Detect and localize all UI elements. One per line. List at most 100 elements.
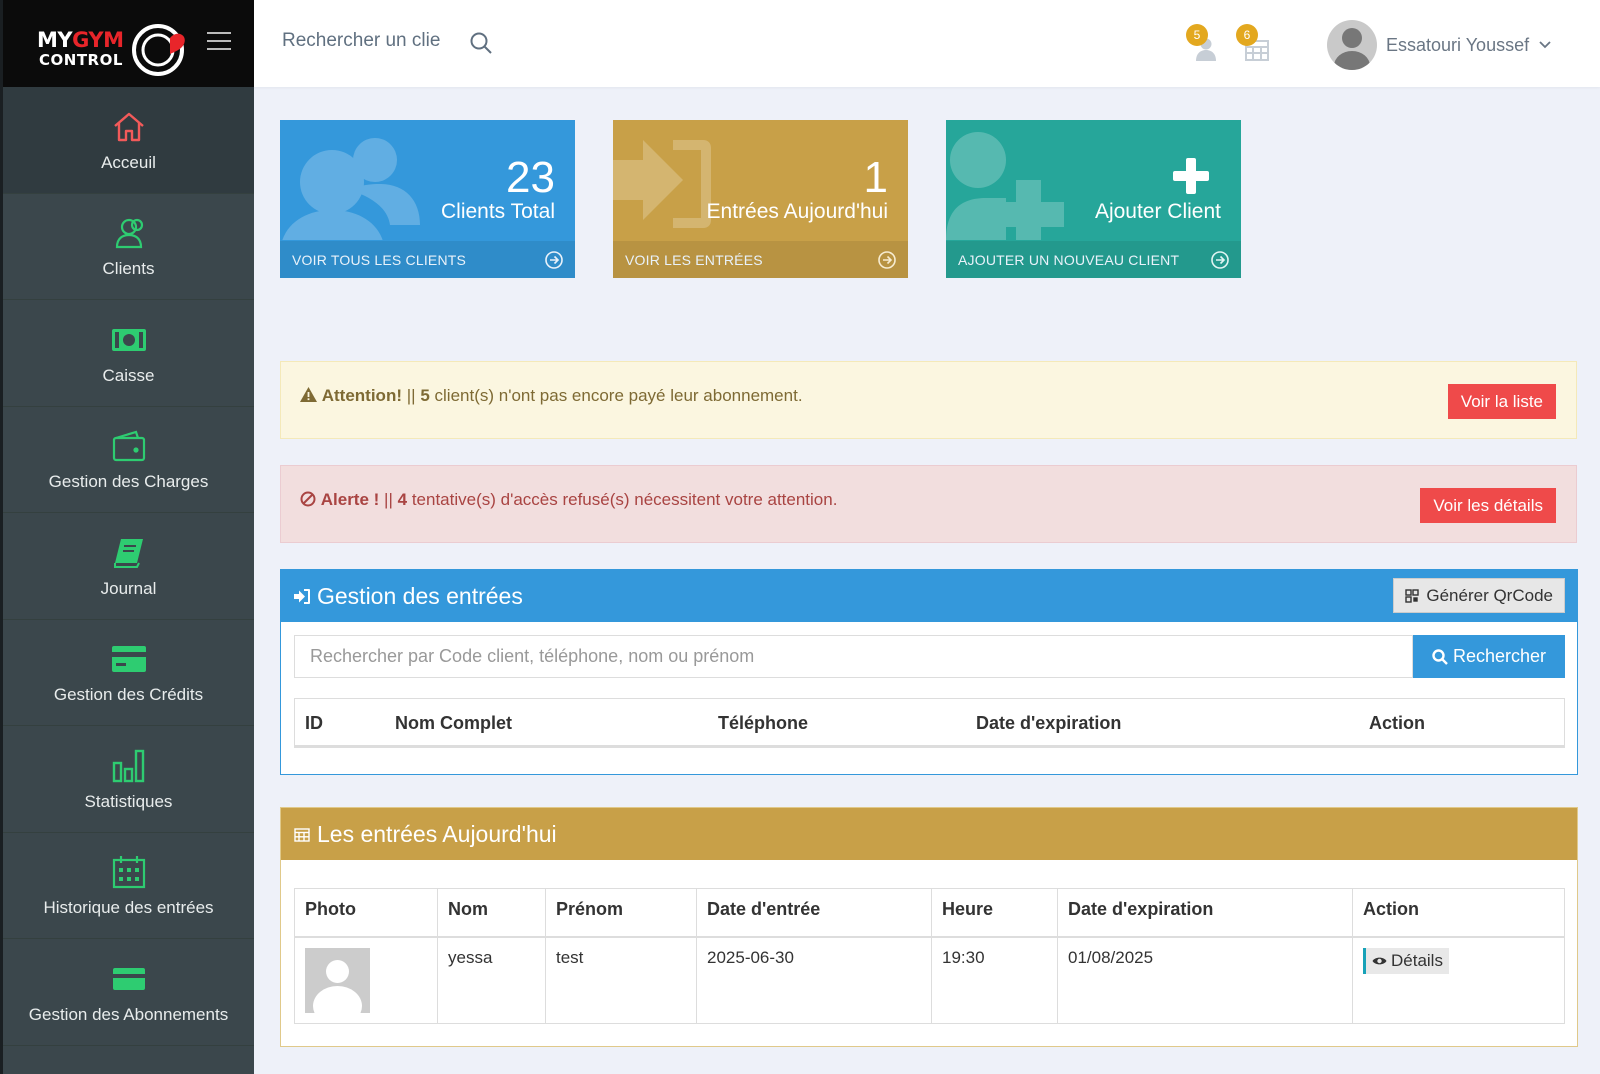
ban-icon	[300, 491, 316, 507]
alert-message: Alerte ! || 4 tentative(s) d'accès refus…	[300, 490, 837, 510]
column-header: Photo	[294, 888, 438, 938]
client-photo	[305, 947, 370, 1013]
alert-message: Attention! || 5 client(s) n'ont pas enco…	[300, 386, 803, 406]
tile-number: 1	[863, 153, 888, 202]
panel-header: Gestion des entrées Générer QrCode	[281, 570, 1577, 622]
sidebar-item-acceuil[interactable]: Acceuil	[3, 87, 254, 194]
column-header: Action	[1352, 888, 1565, 938]
book-icon	[113, 533, 145, 573]
rechercher-button[interactable]: Rechercher	[1413, 635, 1565, 678]
alert-text: client(s) n'ont pas encore payé leur abo…	[434, 386, 803, 405]
photo-cell	[294, 936, 438, 1024]
sidebar: MYGYM CONTROL Acceuil Clients Caisse Ges…	[0, 0, 254, 1074]
alert-text: tentative(s) d'accès refusé(s) nécessite…	[411, 490, 838, 509]
credit-card-icon	[111, 639, 147, 679]
tile-caption: Ajouter Client	[1094, 200, 1221, 223]
search-icon[interactable]	[470, 32, 492, 54]
tile-footer-link[interactable]: AJOUTER UN NOUVEAU CLIENT	[946, 241, 1241, 278]
home-icon	[112, 107, 146, 147]
column-header: Téléphone	[718, 713, 809, 733]
today-entries-table: Photo Nom Prénom Date d'entrée Heure Dat…	[294, 888, 1565, 1024]
panel-title: Gestion des entrées	[317, 582, 523, 609]
voir-details-button[interactable]: Voir les détails	[1420, 488, 1556, 523]
client-search-input[interactable]	[282, 30, 462, 52]
notification-calendar[interactable]: 6	[1236, 24, 1270, 64]
tile-number: 23	[506, 153, 555, 202]
search-icon	[1432, 648, 1448, 665]
logo[interactable]: MYGYM CONTROL	[35, 14, 195, 76]
topbar: 5 6 Essatouri Youssef	[254, 0, 1600, 87]
arrow-circle-right-icon	[1211, 250, 1229, 269]
users-icon	[282, 138, 420, 240]
sidebar-item-journal[interactable]: Journal	[3, 513, 254, 620]
chevron-down-icon	[1539, 41, 1551, 49]
voir-liste-button[interactable]: Voir la liste	[1447, 384, 1556, 419]
column-header: Heure	[931, 888, 1058, 938]
user-menu[interactable]: Essatouri Youssef	[1327, 20, 1551, 70]
sidebar-item-caisse[interactable]: Caisse	[3, 300, 254, 407]
tile-entries-today[interactable]: 1 Entrées Aujourd'hui VOIR LES ENTRÉES	[613, 120, 908, 278]
alert-title: Alerte !	[320, 490, 380, 509]
notification-badge: 5	[1186, 24, 1208, 46]
alert-count: 5	[420, 386, 430, 405]
arrow-circle-right-icon	[545, 250, 563, 269]
column-header: Nom	[437, 888, 546, 938]
column-header: Nom Complet	[395, 713, 512, 733]
menu-toggle-icon[interactable]	[207, 32, 231, 52]
sign-in-icon	[294, 588, 310, 604]
details-button[interactable]: Détails	[1363, 947, 1449, 974]
panel-header: Les entrées Aujourd'hui	[281, 808, 1577, 860]
card-icon	[112, 959, 146, 999]
generate-qrcode-button[interactable]: Générer QrCode	[1393, 578, 1565, 613]
sidebar-item-abonnements[interactable]: Gestion des Abonnements	[3, 939, 254, 1046]
tile-clients-total[interactable]: 23 Clients Total VOIR TOUS LES CLIENTS	[280, 120, 575, 278]
tile-caption: Clients Total	[440, 200, 555, 223]
entry-search-input[interactable]	[294, 635, 1413, 678]
sidebar-item-label: Caisse	[102, 365, 155, 385]
sidebar-item-label: Statistiques	[84, 791, 173, 811]
column-header: Prénom	[545, 888, 697, 938]
details-label: Détails	[1391, 950, 1443, 970]
rechercher-label: Rechercher	[1452, 646, 1547, 666]
logo-text-my: MY	[37, 27, 73, 52]
sidebar-item-clients[interactable]: Clients	[3, 194, 254, 300]
logo-text-control: CONTROL	[39, 50, 123, 69]
bar-chart-icon	[112, 746, 146, 786]
users-icon	[112, 213, 146, 253]
eye-icon	[1372, 957, 1387, 964]
qr-button-label: Générer QrCode	[1426, 585, 1553, 605]
sidebar-item-charges[interactable]: Gestion des Charges	[3, 407, 254, 513]
sidebar-item-label: Acceuil	[101, 152, 156, 172]
panel-title: Les entrées Aujourd'hui	[317, 820, 557, 847]
sidebar-item-statistiques[interactable]: Statistiques	[3, 726, 254, 833]
tile-caption: Entrées Aujourd'hui	[706, 200, 888, 223]
column-header: Date d'expiration	[1057, 888, 1353, 938]
nom-cell: yessa	[437, 936, 546, 1024]
plus-icon	[1173, 158, 1209, 194]
notification-badge: 6	[1236, 24, 1258, 46]
tile-footer-link[interactable]: VOIR LES ENTRÉES	[613, 241, 908, 278]
notification-clients[interactable]: 5	[1186, 24, 1220, 64]
alert-title: Attention!	[321, 386, 402, 405]
tile-add-client[interactable]: Ajouter Client AJOUTER UN NOUVEAU CLIENT	[946, 120, 1241, 278]
sidebar-item-credits[interactable]: Gestion des Crédits	[3, 620, 254, 726]
qrcode-icon	[1405, 588, 1420, 603]
user-plus-icon	[946, 132, 1064, 240]
entry-search-row: Rechercher	[294, 635, 1565, 678]
column-header: ID	[305, 713, 323, 733]
action-cell: Détails	[1352, 936, 1565, 1024]
sidebar-item-historique[interactable]: Historique des entrées	[3, 833, 254, 939]
prenom-cell: test	[545, 936, 697, 1024]
heure-cell: 19:30	[931, 936, 1058, 1024]
column-header: Date d'expiration	[976, 713, 1122, 733]
arrow-circle-right-icon	[878, 250, 896, 269]
table-header-row: Photo Nom Prénom Date d'entrée Heure Dat…	[294, 888, 1565, 938]
entries-table-header: ID Nom Complet Téléphone Date d'expirati…	[294, 698, 1565, 748]
table-row: yessa test 2025-06-30 19:30 01/08/2025 D…	[294, 936, 1565, 1024]
sidebar-item-label: Gestion des Crédits	[53, 685, 204, 705]
alert-access-denied: Alerte ! || 4 tentative(s) d'accès refus…	[280, 465, 1577, 543]
tile-footer-link[interactable]: VOIR TOUS LES CLIENTS	[280, 241, 575, 278]
column-header: Date d'entrée	[696, 888, 932, 938]
alert-unpaid: Attention! || 5 client(s) n'ont pas enco…	[280, 361, 1577, 439]
logo-bar: MYGYM CONTROL	[3, 0, 254, 87]
